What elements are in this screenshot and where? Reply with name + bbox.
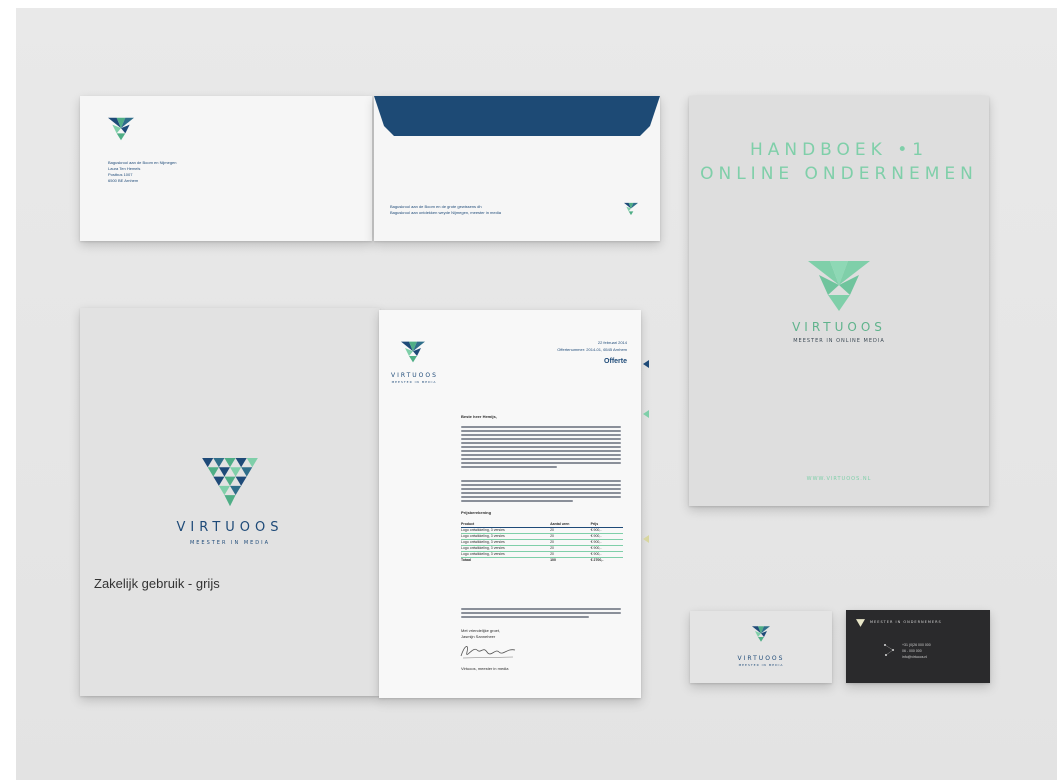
letter-title: Offerte bbox=[604, 358, 627, 365]
presentation-folder: VIRTUOOS MEESTER IN MEDIA Zakelijk gebru… bbox=[80, 308, 380, 696]
signature-icon bbox=[460, 646, 516, 659]
table-cell: Logo ontwikkeling, 3 versies bbox=[461, 528, 505, 532]
envelope-line: Baguskrool aan ontdekken weyde Nijmegen,… bbox=[390, 210, 501, 215]
handbook-tagline: MEESTER IN ONLINE MEDIA bbox=[793, 338, 885, 344]
table-cell: 20 bbox=[550, 546, 554, 550]
table-cell: Logo ontwikkeling, 3 versies bbox=[461, 552, 505, 556]
price-table: Product Aantal uren Prijs Logo ontwikkel… bbox=[461, 522, 623, 563]
letter-date: 22 februari 2014 bbox=[597, 340, 627, 345]
business-card-back: MEESTER IN ONDERNEMERS +31 (0)26 000 000… bbox=[846, 610, 990, 683]
signature-role: Virtuoos, meester in media bbox=[461, 666, 509, 671]
folder-tagline: MEESTER IN MEDIA bbox=[189, 540, 271, 546]
handbook-brand: VIRTUOOS bbox=[792, 320, 886, 334]
table-total-row: Totaal 100 € 2700,- bbox=[461, 558, 623, 563]
letter-reference: Offertenummer: 2014-01, 6545 Arnhem bbox=[557, 347, 627, 352]
table-heading: Prijsberekening bbox=[461, 510, 492, 515]
letter-offerte: VIRTUOOS MEESTER IN MEDIA 22 februari 20… bbox=[379, 310, 649, 698]
letter-body-paragraph bbox=[461, 426, 621, 470]
card-back-contact: +31 (0)26 000 000 06 - 000 000 info@virt… bbox=[902, 642, 931, 660]
virtuoos-logo-icon bbox=[624, 202, 638, 216]
network-icon bbox=[884, 644, 894, 656]
virtuoos-mosaic-logo-icon bbox=[202, 458, 258, 507]
letter-body-paragraph bbox=[461, 608, 621, 620]
business-card-front: VIRTUOOS MEESTER IN MEDIA bbox=[690, 611, 832, 683]
envelope-back: Baguskrool aan de Boom en Nijmegen Laura… bbox=[80, 96, 372, 241]
handbook-title-line2: ONLINE ONDERNEMEN bbox=[700, 164, 978, 184]
table-cell: 20 bbox=[550, 534, 554, 538]
envelope-front: Baguskrool aan de Boom en de grote gewis… bbox=[374, 96, 660, 241]
letter-brand: VIRTUOOS bbox=[391, 372, 438, 379]
table-cell: € 900,- bbox=[590, 534, 602, 538]
table-header-cell: Prijs bbox=[590, 522, 599, 526]
table-cell: 20 bbox=[550, 540, 554, 544]
folder-caption: Zakelijk gebruik - grijs bbox=[94, 576, 220, 591]
virtuoos-logo-icon bbox=[752, 626, 770, 642]
table-cell: Logo ontwikkeling, 3 versies bbox=[461, 546, 505, 550]
handbook-title-line1: HANDBOEK •1 bbox=[749, 140, 929, 160]
side-marker bbox=[643, 360, 649, 368]
v-logo-icon bbox=[856, 619, 865, 627]
v-logo-icon bbox=[808, 261, 870, 311]
table-cell: 20 bbox=[550, 552, 554, 556]
table-cell: 100 bbox=[550, 558, 556, 562]
card-back-header: MEESTER IN ONDERNEMERS bbox=[870, 620, 942, 624]
table-cell: Logo ontwikkeling, 3 versies bbox=[461, 534, 505, 538]
virtuoos-logo-icon bbox=[108, 117, 134, 141]
letter-greeting: Beste heer Hemijs, bbox=[461, 414, 497, 419]
side-marker bbox=[643, 410, 649, 418]
envelope-front-text: Baguskrool aan de Boom en de grote gewis… bbox=[390, 204, 590, 216]
table-cell: € 900,- bbox=[590, 540, 602, 544]
table-cell: Logo ontwikkeling, 3 versies bbox=[461, 540, 505, 544]
letter-sender: Jasmijn Sanneheer bbox=[461, 634, 496, 639]
table-header-cell: Aantal uren bbox=[550, 522, 570, 526]
letter-tagline: MEESTER IN MEDIA bbox=[391, 380, 437, 384]
envelope-back-address: Baguskrool aan de Boom en Nijmegen Laura… bbox=[108, 160, 248, 184]
virtuoos-logo-icon bbox=[401, 341, 425, 363]
table-header-cell: Product bbox=[461, 522, 475, 526]
card-brand: VIRTUOOS bbox=[737, 655, 785, 662]
contact-line: info@virtuoos.nl bbox=[902, 655, 928, 659]
table-cell: € 900,- bbox=[590, 528, 602, 532]
table-cell: 20 bbox=[550, 528, 554, 532]
side-marker bbox=[643, 535, 649, 543]
table-cell: € 900,- bbox=[590, 546, 602, 550]
letter-body-paragraph bbox=[461, 480, 621, 504]
envelope-flap bbox=[374, 96, 660, 136]
handbook-cover: HANDBOEK •1 ONLINE ONDERNEMEN VIRTUOOS M… bbox=[689, 96, 989, 506]
stationery-mockup-scene: Baguskrool aan de Boom en Nijmegen Laura… bbox=[16, 8, 1057, 780]
table-cell: € 900,- bbox=[590, 552, 602, 556]
table-cell: € 2700,- bbox=[590, 558, 604, 562]
address-line: 6500 BE Arnhem bbox=[108, 178, 139, 183]
folder-brand: VIRTUOOS bbox=[176, 520, 284, 535]
handbook-website: WWW.VIRTUOOS.NL bbox=[806, 476, 872, 482]
table-cell: Totaal bbox=[461, 558, 472, 562]
card-tagline: MEESTER IN MEDIA bbox=[738, 663, 784, 667]
